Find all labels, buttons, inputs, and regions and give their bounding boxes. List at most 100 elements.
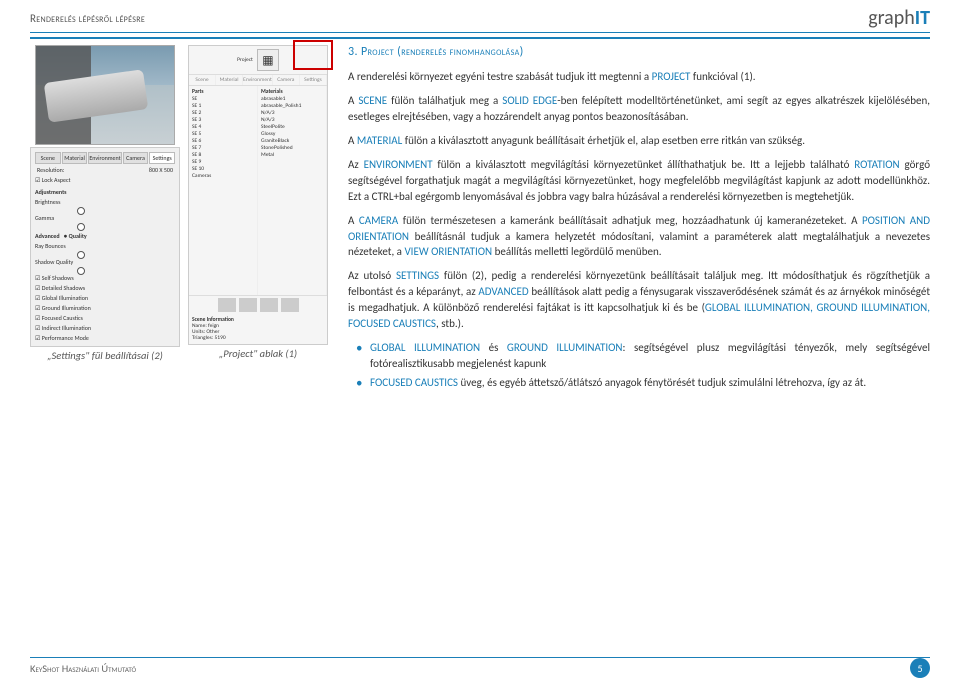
list-item: SteelPolite xyxy=(260,123,324,130)
paragraph-1: A renderelési környezet egyéni testre sz… xyxy=(348,69,930,85)
header-title: Renderelés lépésről lépésre xyxy=(30,12,145,25)
triangles-value: 5190 xyxy=(215,335,226,341)
ptab-environment: Environment xyxy=(243,75,273,85)
list-item: N/A/3 xyxy=(260,116,324,123)
advanced-section: Advanced xyxy=(35,232,60,240)
paragraph-2: A SCENE fülön találhatjuk meg a SOLID ED… xyxy=(348,93,930,125)
keyword-focused-caustics: FOCUSED CAUSTICS xyxy=(370,376,458,389)
text: beállítás melletti legördülő menüben. xyxy=(492,245,661,258)
keyword-material: MATERIAL xyxy=(357,134,402,147)
thin-divider xyxy=(30,32,930,33)
bullet-1: GLOBAL ILLUMINATION és GROUND ILLUMINATI… xyxy=(348,340,930,371)
keyword-project: PROJECT xyxy=(652,70,691,83)
global-illum: Global Illumination xyxy=(35,294,175,302)
tab-environment: Environment xyxy=(88,152,121,164)
keyword-solidedge: SOLID EDGE xyxy=(502,94,557,107)
keyword-environment: ENVIRONMENT xyxy=(364,158,433,171)
right-column: 3. Project (renderelés finomhangolása) A… xyxy=(348,45,930,394)
lock-aspect: Lock Aspect xyxy=(35,176,175,184)
brightness-label: Brightness xyxy=(35,198,175,206)
ground-illum: Ground Illumination xyxy=(35,304,175,312)
text: fülön a kiválasztott anyagunk beállítása… xyxy=(402,134,805,147)
ptab-scene: Scene xyxy=(189,75,216,85)
footer-text: KeyShot Használati Útmutató xyxy=(30,662,136,675)
settings-panel-mock: Scene Material Environment Camera Settin… xyxy=(30,147,180,347)
paragraph-3: A MATERIAL fülön a kiválasztott anyagunk… xyxy=(348,133,930,149)
tab-material: Material xyxy=(62,152,88,164)
list-item: SE 1 xyxy=(191,102,255,109)
detailed-shadows: Detailed Shadows xyxy=(35,284,175,292)
thumb-row xyxy=(189,298,327,312)
page-number: 5 xyxy=(910,658,930,678)
text: A renderelési környezet egyéni testre sz… xyxy=(348,70,652,83)
text: fülön természetesen a kameránk beállítás… xyxy=(398,214,862,227)
content: Scene Material Environment Camera Settin… xyxy=(0,45,960,394)
project-panel-mock: Project ▦ Scene Material Environment Cam… xyxy=(188,45,328,345)
keyword-camera: CAMERA xyxy=(359,214,398,227)
list-item: SE 5 xyxy=(191,130,255,137)
keyword-scene: SCENE xyxy=(358,94,387,107)
list-item: SE 7 xyxy=(191,144,255,151)
red-annotation-box xyxy=(293,40,333,70)
bullet-2: FOCUSED CAUSTICS üveg, és egyéb áttetsző… xyxy=(348,375,930,390)
bullet-list: GLOBAL ILLUMINATION és GROUND ILLUMINATI… xyxy=(348,340,930,390)
list-item: Cameras xyxy=(191,172,255,179)
logo-it: IT xyxy=(915,6,930,30)
triangles-label: Triangles: xyxy=(192,335,213,341)
keyword-rotation: ROTATION xyxy=(854,158,899,171)
text: A xyxy=(348,214,359,227)
ptab-settings: Settings xyxy=(300,75,327,85)
keyword-global-illum: GLOBAL ILLUMINATION xyxy=(370,341,480,354)
paragraph-4: Az ENVIRONMENT fülön a kiválasztott megv… xyxy=(348,157,930,205)
resolution-label: Resolution: xyxy=(37,166,64,174)
tab-scene: Scene xyxy=(35,152,61,164)
ptab-material: Material xyxy=(216,75,243,85)
list-item: Metal xyxy=(260,151,324,158)
list-item: SE 10 xyxy=(191,165,255,172)
keyword-vieworientation: VIEW ORIENTATION xyxy=(404,245,492,258)
text: funkcióval (1). xyxy=(690,70,755,83)
keyword-settings: SETTINGS xyxy=(396,269,439,282)
indirect-illum: Indirect Illumination xyxy=(35,324,175,332)
list-item: SE 8 xyxy=(191,151,255,158)
gamma-label: Gamma xyxy=(35,214,175,222)
tab-settings: Settings xyxy=(149,152,175,164)
list-item: GraniteBlack xyxy=(260,137,324,144)
list-item: SE 4 xyxy=(191,123,255,130)
raybounces-label: Ray Bounces xyxy=(35,242,175,250)
text: Az utolsó xyxy=(348,269,396,282)
list-item: SE xyxy=(191,95,255,102)
list-item: SE 9 xyxy=(191,158,255,165)
page-footer: KeyShot Használati Útmutató 5 xyxy=(30,654,930,678)
self-shadows: Self Shadows xyxy=(35,274,175,282)
logo-graph: graph xyxy=(868,6,915,30)
page-header: Renderelés lépésről lépésre graphIT xyxy=(0,0,960,32)
quality-label: Quality xyxy=(69,232,87,240)
paragraph-5: A CAMERA fülön természetesen a kameránk … xyxy=(348,213,930,261)
list-item: SE 6 xyxy=(191,137,255,144)
shadow-quality-label: Shadow Quality xyxy=(35,258,175,266)
list-item: abrasable_Polish1 xyxy=(260,102,324,109)
settings-caption: „Settings" fül beállításai (2) xyxy=(30,349,180,362)
focused-caustics: Focused Caustics xyxy=(35,314,175,322)
text: és xyxy=(480,341,507,354)
list-item: StonePolished xyxy=(260,144,324,151)
list-item: abrasable1 xyxy=(260,95,324,102)
res-x: X xyxy=(159,166,162,174)
render-thumbnail xyxy=(35,45,175,145)
text: Az xyxy=(348,158,364,171)
logo: graphIT xyxy=(868,6,930,30)
text: A xyxy=(348,94,358,107)
header-divider xyxy=(30,37,930,39)
text: üveg, és egyéb áttetsző/átlátszó anyagok… xyxy=(458,376,866,389)
list-item: Glossy xyxy=(260,130,324,137)
project-icon: ▦ xyxy=(257,49,279,71)
res-w: 800 xyxy=(149,166,158,174)
paragraph-6: Az utolsó SETTINGS fülön (2), pedig a re… xyxy=(348,268,930,332)
list-item: SE 3 xyxy=(191,116,255,123)
project-caption: „Project" ablak (1) xyxy=(188,347,328,360)
figure-project: Project ▦ Scene Material Environment Cam… xyxy=(188,45,328,362)
list-item: N/A/3 xyxy=(260,109,324,116)
text: fülön a kiválasztott megvilágítási körny… xyxy=(433,158,855,171)
section-heading: 3. Project (renderelés finomhangolása) xyxy=(348,45,930,59)
